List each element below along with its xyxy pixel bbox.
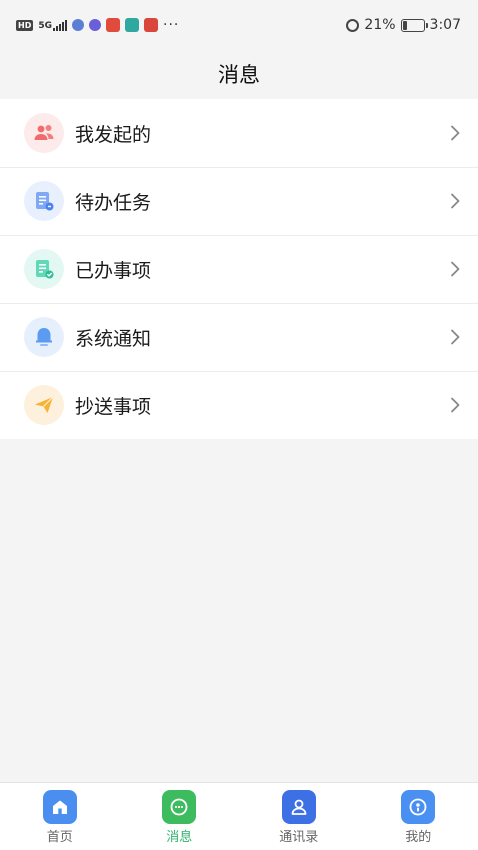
- tab-label: 通讯录: [279, 830, 319, 845]
- tab-profile[interactable]: 我的: [359, 783, 478, 850]
- menu-item-label: 我发起的: [75, 123, 152, 146]
- tab-contacts[interactable]: 通讯录: [239, 783, 359, 850]
- menu-item-todo[interactable]: 待办任务: [0, 167, 478, 235]
- chevron-right-icon: [451, 125, 460, 141]
- menu-item-label: 待办任务: [75, 191, 152, 214]
- menu-icon-bg: [24, 181, 64, 221]
- contacts-icon: [291, 799, 307, 815]
- bottom-tab-bar: 首页 消息 通讯录 我的: [0, 782, 478, 850]
- profile-icon: [409, 798, 427, 816]
- tab-icon-bg: [401, 790, 436, 824]
- menu-icon-bg: [24, 249, 64, 289]
- signal-icon: 5G: [38, 19, 67, 31]
- message-category-list: 我发起的 待办任务 已办事项 系统通知 抄送事项: [0, 99, 478, 439]
- chevron-right-icon: [451, 193, 460, 209]
- paper-plane-icon: [35, 396, 54, 413]
- tab-icon-bg: [162, 790, 197, 824]
- battery-fill: [402, 20, 408, 30]
- alarm-icon: [346, 18, 360, 32]
- tab-messages[interactable]: 消息: [120, 783, 240, 850]
- menu-item-done[interactable]: 已办事项: [0, 235, 478, 303]
- menu-item-cc[interactable]: 抄送事项: [0, 371, 478, 439]
- page-header: 消息: [0, 50, 478, 98]
- menu-item-label: 抄送事项: [75, 395, 152, 418]
- menu-icon-bg: [24, 317, 64, 357]
- tab-icon-bg: [42, 790, 77, 824]
- menu-item-system-notice[interactable]: 系统通知: [0, 303, 478, 371]
- bell-icon: [36, 328, 52, 346]
- done-doc-icon: [36, 260, 54, 279]
- task-doc-icon: [36, 192, 54, 211]
- browser-app-icon: [72, 19, 84, 31]
- tab-label: 消息: [166, 830, 193, 845]
- tab-label: 我的: [405, 830, 432, 845]
- music-app-icon: [89, 19, 101, 31]
- game-app-icon: [106, 18, 120, 32]
- home-app-icon: [125, 18, 139, 32]
- tab-home[interactable]: 首页: [0, 783, 120, 850]
- menu-icon-bg: [24, 113, 64, 153]
- status-bar-right: 21% 3:07: [346, 17, 461, 33]
- menu-item-label: 系统通知: [75, 327, 152, 350]
- battery-percent: 21%: [364, 17, 396, 33]
- more-notifications-icon: ···: [163, 17, 180, 33]
- status-bar-left: HD 5G ···: [16, 17, 179, 33]
- tab-label: 首页: [46, 830, 73, 845]
- users-icon: [34, 125, 54, 140]
- status-bar: HD 5G ··· 21% 3:07: [0, 0, 478, 50]
- game-app-icon-2: [144, 18, 158, 32]
- menu-item-label: 已办事项: [75, 259, 152, 282]
- tab-icon-bg: [281, 790, 316, 824]
- chevron-right-icon: [451, 261, 460, 277]
- page-title: 消息: [218, 63, 260, 87]
- battery-icon: [400, 18, 428, 32]
- menu-item-initiated[interactable]: 我发起的: [0, 99, 478, 167]
- home-icon: [52, 800, 67, 814]
- menu-icon-bg: [24, 385, 64, 425]
- chevron-right-icon: [451, 397, 460, 413]
- network-type: 5G: [38, 20, 52, 31]
- chevron-right-icon: [451, 329, 460, 345]
- hd-icon: HD: [16, 19, 34, 31]
- clock: 3:07: [429, 17, 461, 33]
- message-icon: [170, 798, 188, 816]
